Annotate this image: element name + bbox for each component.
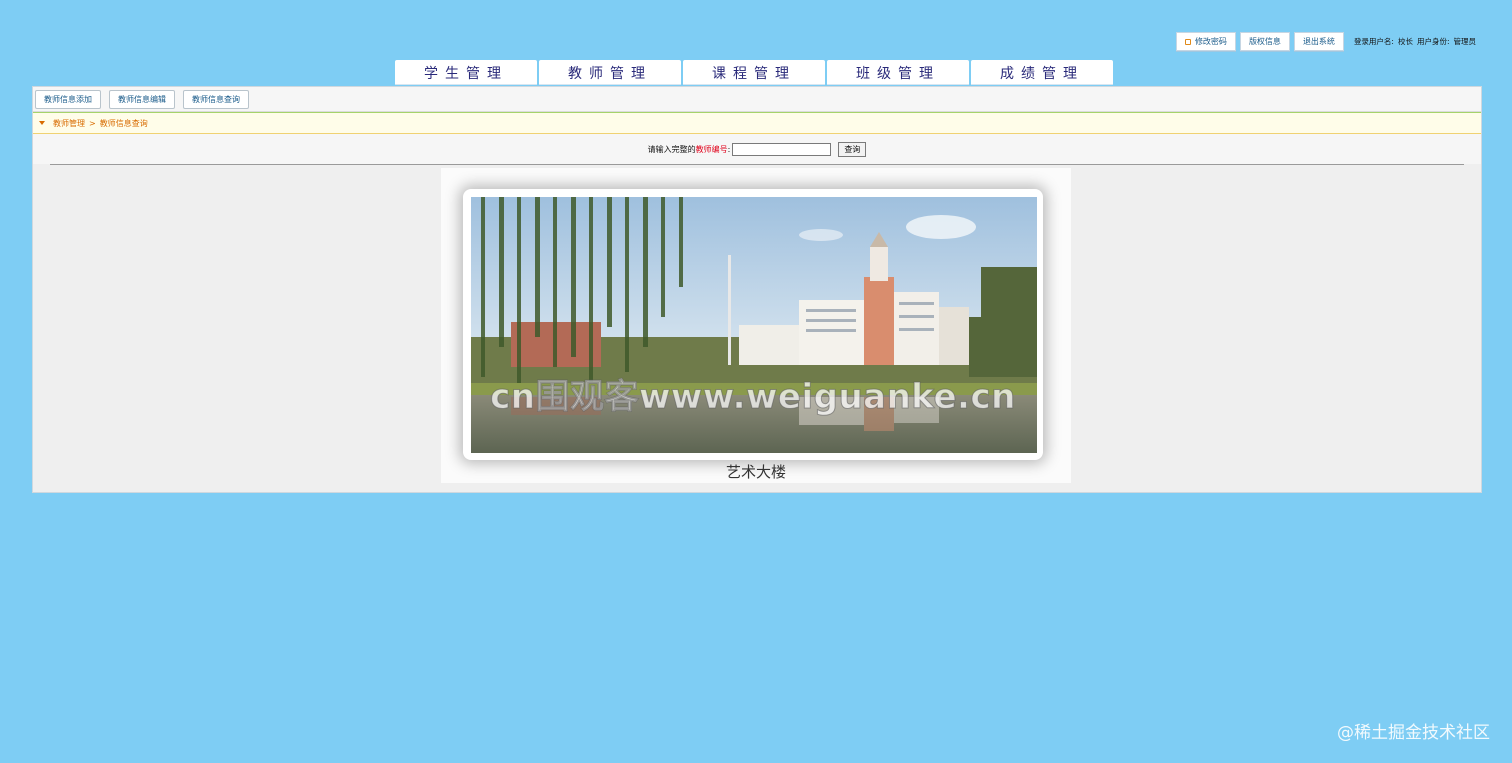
search-label-prefix: 请输入完整的 — [647, 144, 696, 154]
login-user-label: 登录用户名: — [1353, 37, 1394, 46]
content-panel: 教师信息添加 教师信息编辑 教师信息查询 教师管理 > 教师信息查询 请输入完整… — [32, 86, 1482, 493]
campus-image-box: cn围观客www.weiguanke.cn 艺术大楼 — [441, 168, 1071, 483]
edit-teacher-button[interactable]: 教师信息编辑 — [109, 89, 175, 109]
copyright-button[interactable]: 版权信息 — [1239, 32, 1290, 51]
tab-teacher-management[interactable]: 教师管理 — [539, 60, 681, 85]
add-teacher-button[interactable]: 教师信息添加 — [35, 89, 101, 109]
breadcrumb-parent[interactable]: 教师管理 — [53, 118, 85, 129]
login-user-value: 校长 — [1397, 37, 1413, 46]
change-password-button[interactable]: 修改密码 — [1175, 32, 1236, 51]
tab-student-management[interactable]: 学生管理 — [395, 60, 537, 85]
search-button[interactable]: 查询 — [838, 141, 867, 157]
logout-label: 退出系统 — [1302, 37, 1335, 46]
main-nav: 学生管理 教师管理 课程管理 班级管理 成绩管理 — [395, 60, 1113, 85]
tab-score-management[interactable]: 成绩管理 — [971, 60, 1113, 85]
search-label-highlight: 教师编号 — [695, 144, 728, 154]
teacher-id-input[interactable] — [732, 142, 832, 156]
user-role-label: 用户身份: — [1416, 37, 1450, 46]
sub-nav: 教师信息添加 教师信息编辑 教师信息查询 — [33, 87, 1481, 112]
image-watermark: cn围观客www.weiguanke.cn — [490, 377, 1016, 418]
caret-down-icon — [39, 121, 45, 125]
user-role-value: 管理员 — [1453, 37, 1477, 46]
logout-button[interactable]: 退出系统 — [1293, 32, 1344, 51]
search-row: 请输入完整的 教师编号 : 查询 — [33, 134, 1481, 164]
image-frame: cn围观客www.weiguanke.cn — [463, 189, 1043, 460]
corner-watermark: @稀土掘金技术社区 — [1337, 723, 1490, 743]
tab-course-management[interactable]: 课程管理 — [683, 60, 825, 85]
tab-class-management[interactable]: 班级管理 — [827, 60, 969, 85]
user-info: 登录用户名: 校长 用户身份: 管理员 — [1354, 36, 1476, 47]
divider — [50, 164, 1464, 165]
query-teacher-button[interactable]: 教师信息查询 — [183, 89, 249, 109]
breadcrumb-current: 教师信息查询 — [99, 118, 148, 128]
search-label-suffix: : — [727, 144, 731, 154]
image-caption: 艺术大楼 — [725, 463, 786, 481]
top-toolbar: 修改密码 版权信息 退出系统 登录用户名: 校长 用户身份: 管理员 — [1175, 32, 1476, 51]
copyright-label: 版权信息 — [1248, 37, 1281, 46]
breadcrumb: 教师管理 > 教师信息查询 — [33, 112, 1481, 134]
key-icon — [1184, 38, 1192, 45]
change-password-label: 修改密码 — [1194, 37, 1227, 46]
breadcrumb-separator: > — [89, 118, 96, 128]
